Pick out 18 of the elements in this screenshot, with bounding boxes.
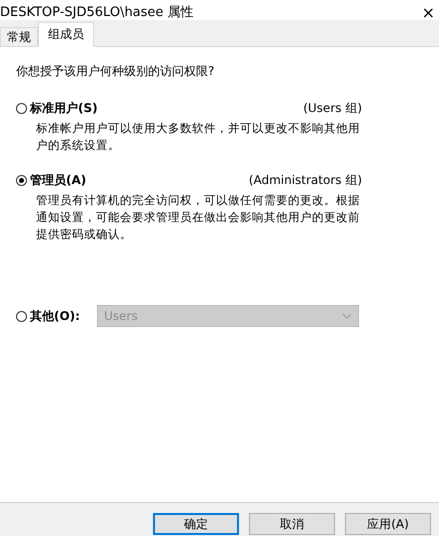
chevron-icon bbox=[342, 313, 352, 319]
radio-button[interactable] bbox=[16, 175, 27, 186]
tab[interactable]: 组成员 bbox=[38, 22, 94, 47]
close-button[interactable]: × bbox=[422, 6, 435, 20]
dialog-button[interactable]: 确定 bbox=[153, 513, 239, 535]
group-name: (Users 组) bbox=[303, 100, 362, 117]
group-name: (Administrators 组) bbox=[248, 172, 362, 189]
window-title: DESKTOP-SJD56LO\hasee 属性 bbox=[0, 6, 194, 20]
option-description: 管理员有计算机的完全访问权，可以做任何需要的更改。根据通知设置，可能会要求管理员在做出会影响其他用户的更改前提供密码或确认。 bbox=[36, 192, 361, 243]
prompt-text: 你想授予该用户何种级别的访问权限? bbox=[16, 63, 216, 80]
dialog-button[interactable]: 取消 bbox=[249, 513, 335, 535]
radio-button[interactable] bbox=[16, 103, 27, 114]
tab[interactable]: 常规 bbox=[0, 27, 38, 47]
option-description: 标准帐户用户可以使用大多数软件，并可以更改不影响其他用户的系统设置。 bbox=[36, 120, 361, 154]
dialog-button[interactable]: 应用(A) bbox=[345, 513, 431, 535]
option-label: 标准用户(S) bbox=[30, 100, 98, 117]
option-label: 其他(O): bbox=[30, 308, 80, 324]
option-label: 管理员(A) bbox=[30, 172, 86, 189]
